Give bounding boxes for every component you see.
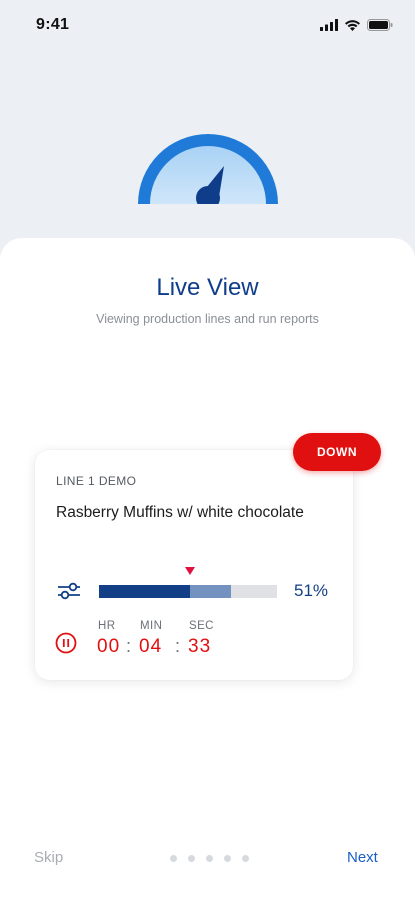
page-title: Live View (156, 274, 259, 301)
page-dot[interactable] (206, 855, 213, 862)
progress-bar (99, 585, 277, 598)
progress-percent: 51% (294, 581, 329, 600)
onboarding-sheet: Live View Viewing production lines and r… (0, 238, 415, 900)
timer-separator: : (126, 636, 132, 656)
status-icons (320, 19, 393, 31)
timer-min-value: 04 (139, 636, 163, 657)
timer-sec-label: SEC (189, 620, 214, 632)
timer-hr-value: 00 (97, 636, 121, 657)
progress-marker (184, 567, 195, 575)
page-dot[interactable] (170, 855, 177, 862)
page-dot[interactable] (188, 855, 195, 862)
status-time: 9:41 (36, 16, 70, 33)
timer-min-label: MIN (140, 620, 163, 632)
page-indicator (170, 855, 249, 862)
battery-icon (367, 19, 393, 31)
timer-hr-label: HR (98, 620, 116, 632)
status-badge: DOWN (293, 433, 381, 471)
timer-sec-value: 33 (188, 636, 212, 657)
progress-fill (99, 585, 190, 598)
next-button[interactable]: Next (347, 849, 378, 866)
wifi-icon (345, 20, 360, 31)
timer-separator: : (175, 636, 181, 656)
status-bar: 9:41 (0, 0, 415, 50)
skip-button[interactable]: Skip (34, 849, 63, 866)
pause-icon[interactable] (55, 632, 77, 654)
speedometer-icon (137, 134, 278, 204)
product-name: Rasberry Muffins w/ white chocolate (56, 504, 304, 521)
line-name: LINE 1 DEMO (56, 474, 137, 488)
signal-icon (320, 19, 338, 31)
page-dot[interactable] (224, 855, 231, 862)
hero-illustration (0, 120, 415, 230)
page-subtitle: Viewing production lines and run reports (96, 312, 319, 326)
sliders-icon[interactable] (57, 581, 81, 601)
page-dot[interactable] (242, 855, 249, 862)
production-line-card[interactable]: LINE 1 DEMO Rasberry Muffins w/ white ch… (35, 450, 353, 680)
